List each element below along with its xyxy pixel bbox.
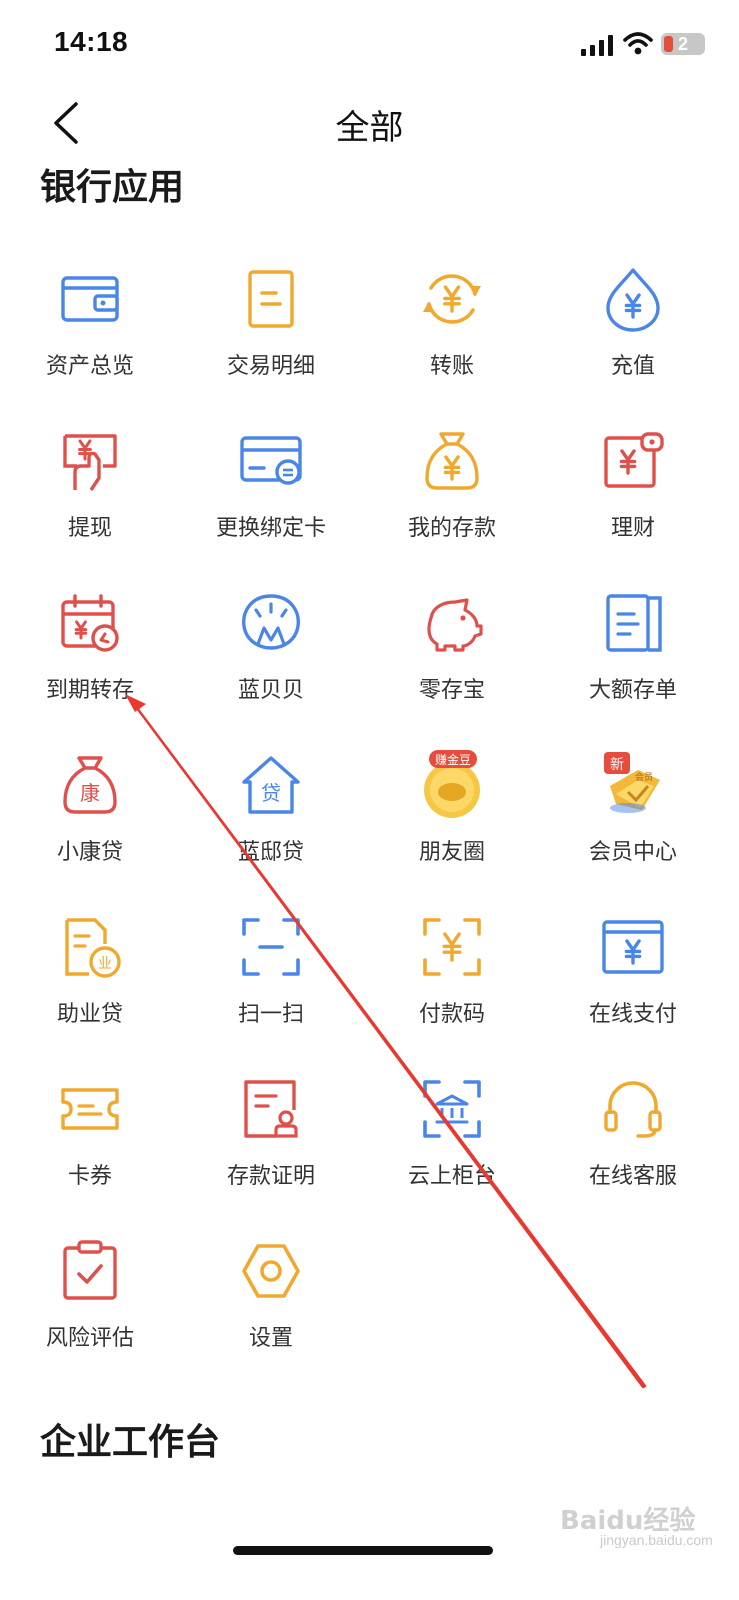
app-tile[interactable]: 新 会员会员中心 (541, 748, 725, 910)
app-tile-label: 在线支付 (588, 1002, 677, 1027)
app-tile-label: 更换绑定卡 (215, 516, 326, 541)
piggy-bank-icon (417, 588, 487, 658)
app-tile[interactable]: 在线客服 (541, 1072, 725, 1234)
status-bar: 14:18 2 (0, 0, 739, 80)
app-tile-label: 转账 (429, 354, 474, 379)
app-tile[interactable]: 理财 (541, 424, 725, 586)
app-tile-label: 扫一扫 (237, 1002, 304, 1027)
svg-text:业: 业 (98, 956, 112, 972)
svg-text:康: 康 (80, 781, 100, 805)
app-tile-label: 大额存单 (588, 678, 677, 703)
app-tile[interactable]: 赚金豆 朋友圈 (360, 748, 544, 910)
money-bag-icon (417, 426, 487, 496)
headset-icon (598, 1074, 668, 1144)
watermark-url: jingyan.baidu.com (600, 1532, 713, 1548)
app-tile[interactable]: 零存宝 (360, 586, 544, 748)
app-tile-label: 云上柜台 (407, 1164, 496, 1189)
app-tile-label: 交易明细 (226, 354, 315, 379)
app-tile-label: 朋友圈 (418, 840, 485, 865)
app-tile[interactable]: 更换绑定卡 (179, 424, 363, 586)
app-tile-label: 蓝邸贷 (237, 840, 304, 865)
svg-text:赚金豆: 赚金豆 (435, 752, 471, 767)
yuan-transfer-icon (417, 264, 487, 334)
app-tile-label: 充值 (610, 354, 655, 379)
app-tile-label: 资产总览 (45, 354, 134, 379)
app-tile[interactable]: 设置 (179, 1234, 363, 1396)
section-title-enterprise: 企业工作台 (40, 1422, 221, 1463)
svg-text:新: 新 (610, 757, 624, 773)
calendar-renew-icon (55, 588, 125, 658)
wifi-icon (623, 32, 653, 55)
app-tile-label: 小康贷 (56, 840, 123, 865)
app-tile[interactable]: 康小康贷 (0, 748, 182, 910)
app-tile[interactable]: 资产总览 (0, 262, 182, 424)
app-tile[interactable]: 我的存款 (360, 424, 544, 586)
app-tile-label: 会员中心 (588, 840, 677, 865)
app-tile-label: 提现 (67, 516, 112, 541)
kang-bag-icon: 康 (55, 750, 125, 820)
app-tile[interactable]: 付款码 (360, 910, 544, 1072)
app-tile[interactable]: 到期转存 (0, 586, 182, 748)
cloud-counter-icon (417, 1074, 487, 1144)
document-list-icon (236, 264, 306, 334)
nav-bar: 全部 (0, 90, 739, 156)
deposit-proof-icon (236, 1074, 306, 1144)
coupon-icon (55, 1074, 125, 1144)
risk-clipboard-icon (55, 1236, 125, 1306)
app-tile[interactable]: 风险评估 (0, 1234, 182, 1396)
svg-text:贷: 贷 (261, 781, 281, 805)
app-tile[interactable]: 业助业贷 (0, 910, 182, 1072)
certificate-icon (598, 588, 668, 658)
pay-code-icon (417, 912, 487, 982)
bank-card-icon (236, 426, 306, 496)
wallet-icon (55, 264, 125, 334)
app-tile-label: 卡券 (67, 1164, 112, 1189)
gold-bean-icon: 赚金豆 (417, 750, 487, 820)
app-tile-label: 付款码 (418, 1002, 485, 1027)
app-tile-label: 在线客服 (588, 1164, 677, 1189)
settings-hex-icon (236, 1236, 306, 1306)
app-tile[interactable]: 云上柜台 (360, 1072, 544, 1234)
shell-icon (236, 588, 306, 658)
battery-icon: 2 (661, 33, 705, 55)
app-tile[interactable]: 转账 (360, 262, 544, 424)
business-loan-icon: 业 (55, 912, 125, 982)
cellular-signal-icon (581, 35, 613, 56)
status-time: 14:18 (54, 26, 129, 57)
app-tile-label: 设置 (248, 1326, 293, 1351)
app-tile[interactable]: 充值 (541, 262, 725, 424)
app-tile-label: 存款证明 (226, 1164, 315, 1189)
app-tile-label: 理财 (610, 516, 655, 541)
page-title: 全部 (335, 108, 404, 148)
battery-level: 2 (677, 34, 688, 54)
app-tile-label: 风险评估 (45, 1326, 134, 1351)
app-tile[interactable]: 蓝贝贝 (179, 586, 363, 748)
section-title-bank-apps: 银行应用 (40, 167, 185, 208)
house-loan-icon: 贷 (236, 750, 306, 820)
app-tile-label: 我的存款 (407, 516, 496, 541)
app-tile-label: 助业贷 (56, 1002, 123, 1027)
app-tile[interactable]: 卡券 (0, 1072, 182, 1234)
app-tile-label: 蓝贝贝 (237, 678, 304, 703)
online-pay-icon (598, 912, 668, 982)
app-tile[interactable]: 存款证明 (179, 1072, 363, 1234)
app-tile[interactable]: 大额存单 (541, 586, 725, 748)
app-tile[interactable]: 扫一扫 (179, 910, 363, 1072)
withdraw-hand-icon (55, 426, 125, 496)
svg-text:会员: 会员 (635, 771, 653, 783)
app-tile[interactable]: 在线支付 (541, 910, 725, 1072)
member-crown-icon: 新 会员 (598, 750, 668, 820)
app-tile-label: 零存宝 (418, 678, 485, 703)
home-indicator[interactable] (233, 1546, 493, 1555)
app-tile[interactable]: 交易明细 (179, 262, 363, 424)
app-tile[interactable]: 提现 (0, 424, 182, 586)
scan-icon (236, 912, 306, 982)
app-tile-label: 到期转存 (45, 678, 134, 703)
app-tile[interactable]: 贷蓝邸贷 (179, 748, 363, 910)
yuan-drop-icon (598, 264, 668, 334)
wealth-tag-icon (598, 426, 668, 496)
